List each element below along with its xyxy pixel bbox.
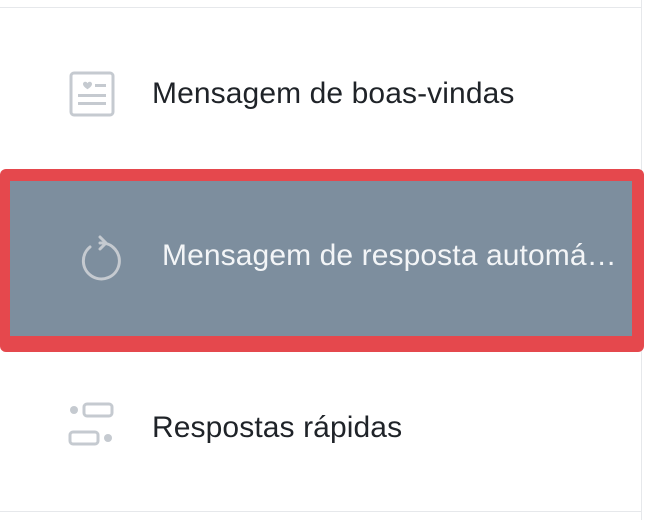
settings-menu: Mensagem de boas-vindas Mensagem de resp… xyxy=(0,0,646,520)
menu-item-auto-reply[interactable]: Mensagem de resposta automá… xyxy=(0,169,644,352)
quick-replies-icon xyxy=(64,400,120,456)
selected-item-background: Mensagem de resposta automá… xyxy=(10,181,632,336)
divider xyxy=(0,511,642,512)
menu-item-label: Mensagem de boas-vindas xyxy=(152,77,515,110)
menu-item-quick-replies[interactable]: Respostas rápidas xyxy=(0,386,640,470)
auto-reply-icon xyxy=(72,231,128,287)
menu-item-welcome-message[interactable]: Mensagem de boas-vindas xyxy=(0,52,640,136)
menu-item-label: Respostas rápidas xyxy=(152,411,403,444)
welcome-message-icon xyxy=(64,66,120,122)
divider xyxy=(0,7,642,8)
menu-item-label: Mensagem de resposta automá… xyxy=(162,239,617,272)
